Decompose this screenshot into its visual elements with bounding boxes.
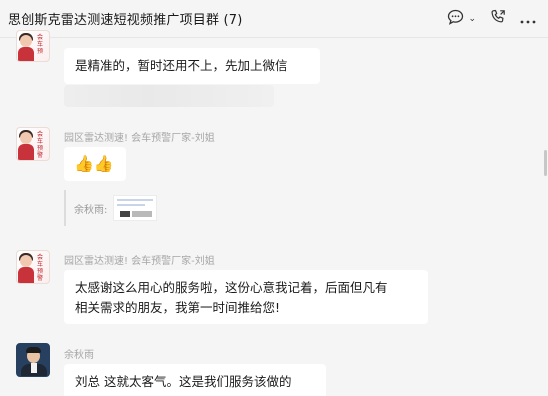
avatar-body xyxy=(18,47,34,61)
message-text-line: 相关需求的朋友，我第一时间推给您! xyxy=(75,300,281,315)
avatar-shirt xyxy=(31,363,37,373)
chat-bubble-icon xyxy=(447,9,464,29)
chat-header: 思创斯克雷达测速短视频推广项目群 (7) ⌄ xyxy=(0,0,548,38)
message-text: 刘总 这就太客气。这是我们服务该做的 xyxy=(75,374,292,389)
avatar[interactable]: 会车预警 xyxy=(16,127,50,161)
sender-name: 余秋雨 xyxy=(64,350,94,361)
thumb-block xyxy=(132,211,153,217)
quote-sender: 余秋雨: xyxy=(74,204,108,216)
avatar-face xyxy=(20,35,32,47)
avatar-hair xyxy=(26,347,41,353)
header-actions: ⌄ xyxy=(447,9,536,29)
avatar-body xyxy=(18,267,34,283)
avatar-stamp: 会车预警 xyxy=(36,131,43,159)
message-text: 是精准的，暂时还用不上，先加上微信 xyxy=(75,58,288,73)
avatar[interactable]: 会车预 xyxy=(16,30,50,62)
call-button[interactable] xyxy=(490,9,506,29)
avatar-face xyxy=(20,132,32,144)
phone-icon xyxy=(490,9,506,29)
chat-title: 思创斯克雷达测速短视频推广项目群 (7) xyxy=(8,13,243,28)
thumb-line xyxy=(117,199,154,201)
avatar-face xyxy=(20,255,32,267)
thumb-block xyxy=(120,211,131,217)
scrollbar[interactable] xyxy=(544,150,547,176)
avatar[interactable] xyxy=(16,343,50,377)
chevron-down-icon: ⌄ xyxy=(468,13,476,24)
message-bubble[interactable]: 是精准的，暂时还用不上，先加上微信 xyxy=(64,48,320,84)
quoted-message[interactable]: 余秋雨: xyxy=(64,190,190,226)
avatar[interactable]: 会车预警 xyxy=(16,250,50,284)
message-text-line: 太感谢这么用心的服务啦，这份心意我记着，后面但凡有 xyxy=(75,280,388,295)
avatar-stamp: 会车预警 xyxy=(36,254,43,282)
thumbs-up-emoji: 👍👍 xyxy=(74,154,114,173)
sender-name: 园区雷达测速! 会车预警厂家-刘姐 xyxy=(64,256,215,267)
thumb-line xyxy=(117,204,146,206)
chat-options-button[interactable]: ⌄ xyxy=(447,9,476,29)
avatar-stamp: 会车预 xyxy=(36,34,43,55)
more-icon xyxy=(520,9,536,28)
sender-name: 园区雷达测速! 会车预警厂家-刘姐 xyxy=(64,133,215,144)
message-bubble[interactable]: 刘总 这就太客气。这是我们服务该做的 xyxy=(64,364,326,396)
quoted-image-thumbnail[interactable] xyxy=(113,195,158,221)
more-button[interactable] xyxy=(520,9,536,28)
blurred-preview xyxy=(64,85,274,107)
message-bubble[interactable]: 太感谢这么用心的服务啦，这份心意我记着，后面但凡有 相关需求的朋友，我第一时间推… xyxy=(64,270,428,324)
avatar-body xyxy=(18,144,34,160)
message-bubble[interactable]: 👍👍 xyxy=(64,147,126,181)
